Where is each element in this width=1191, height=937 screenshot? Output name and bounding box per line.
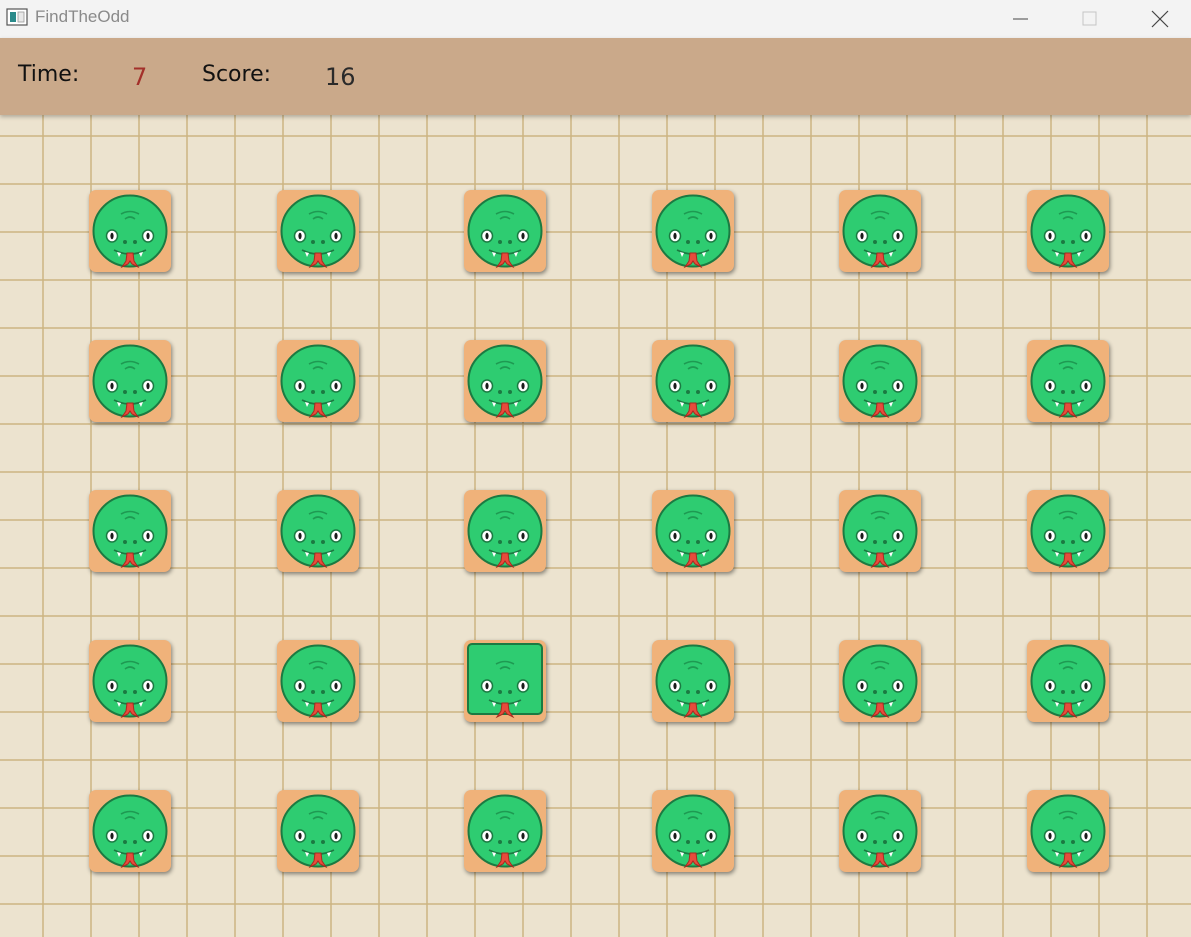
snake-head-icon [467,794,543,868]
snake-head-icon [280,644,356,718]
tile[interactable] [89,490,171,572]
maximize-icon [1082,11,1097,26]
tile[interactable] [464,190,546,272]
snake-head-icon [655,194,731,268]
time-label: Time: [18,62,80,87]
snake-head-icon [842,344,918,418]
tile[interactable] [277,790,359,872]
tile[interactable] [1027,790,1109,872]
score-label: Score: [202,62,272,87]
snake-head-icon [1030,344,1106,418]
snake-head-icon [1030,644,1106,718]
tile[interactable] [1027,490,1109,572]
snake-head-icon [92,344,168,418]
tile[interactable] [464,790,546,872]
snake-head-icon [655,644,731,718]
tile[interactable] [652,640,734,722]
snake-head-icon [842,194,918,268]
tile[interactable] [839,190,921,272]
snake-head-icon [280,794,356,868]
tile[interactable] [1027,340,1109,422]
time-value: 7 [132,63,148,91]
tile[interactable] [652,790,734,872]
tile[interactable] [89,640,171,722]
snake-head-icon [92,494,168,568]
snake-head-icon [842,794,918,868]
close-button[interactable] [1125,0,1191,38]
minimize-button[interactable] [986,0,1056,38]
snake-head-icon [92,194,168,268]
tile[interactable] [839,790,921,872]
tile[interactable] [277,190,359,272]
snake-head-icon [842,644,918,718]
snake-head-icon [655,794,731,868]
tile[interactable] [277,490,359,572]
window-title: FindTheOdd [35,7,130,26]
snake-head-icon [1030,794,1106,868]
tile[interactable] [464,340,546,422]
tile[interactable] [464,490,546,572]
tile[interactable] [1027,640,1109,722]
snake-head-icon [280,494,356,568]
tile[interactable] [89,340,171,422]
snake-head-icon [280,194,356,268]
snake-head-icon [655,344,731,418]
snake-head-icon [655,494,731,568]
close-icon [1151,10,1169,28]
game-board [0,115,1191,937]
snake-head-icon [1030,494,1106,568]
score-value: 16 [325,63,356,91]
score-bar: Time: 7 Score: 16 [0,38,1191,115]
tile[interactable] [277,640,359,722]
snake-head-icon [842,494,918,568]
title-bar: FindTheOdd [0,0,1191,38]
tile[interactable] [839,640,921,722]
app-icon [6,8,28,26]
tile[interactable] [652,190,734,272]
minimize-icon [1013,18,1028,20]
tile[interactable] [277,340,359,422]
snake-head-icon [280,344,356,418]
snake-head-icon [92,644,168,718]
snake-head-icon [92,794,168,868]
odd-tile[interactable] [464,640,546,722]
square-snake-head-icon [467,643,543,718]
snake-head-icon [1030,194,1106,268]
tile[interactable] [89,190,171,272]
tile[interactable] [89,790,171,872]
tile[interactable] [1027,190,1109,272]
tile[interactable] [839,490,921,572]
snake-head-icon [467,344,543,418]
tile[interactable] [839,340,921,422]
snake-head-icon [467,494,543,568]
maximize-button[interactable] [1055,0,1125,38]
tile[interactable] [652,340,734,422]
tile[interactable] [652,490,734,572]
snake-head-icon [467,194,543,268]
